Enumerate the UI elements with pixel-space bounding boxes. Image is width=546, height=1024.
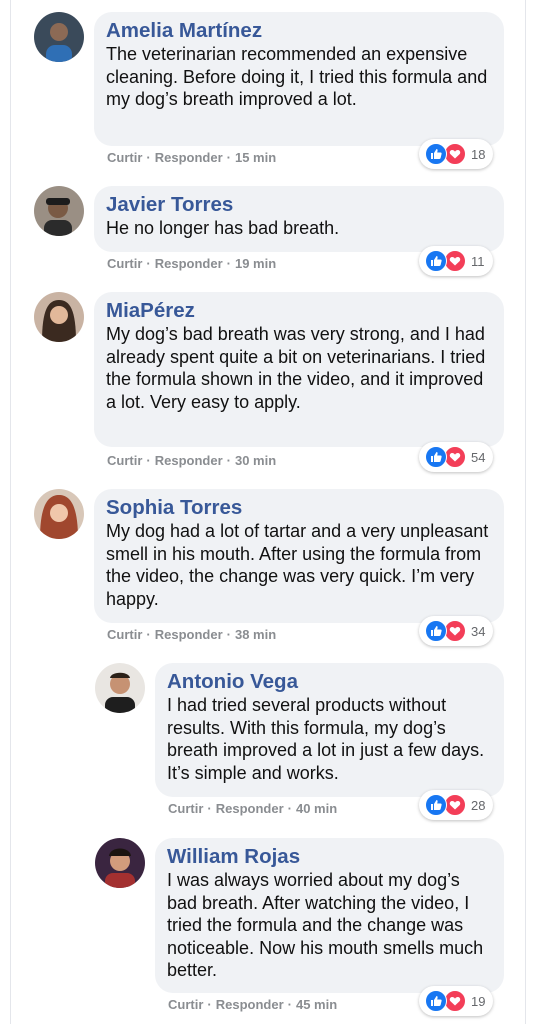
comment-text: I was always worried about my dog’s bad … [167, 870, 484, 980]
comment-actions: Curtir · Responder · 45 min [168, 997, 338, 1012]
reaction-count: 34 [471, 623, 486, 639]
reaction-count: 28 [471, 797, 486, 813]
like-link[interactable]: Curtir [168, 801, 203, 816]
heart-icon [444, 446, 466, 468]
reply-link[interactable]: Responder [155, 453, 223, 468]
comment-bubble: MiaPérez My dog’s bad breath was very st… [94, 292, 504, 447]
reaction-summary[interactable]: 11 [419, 246, 493, 276]
reaction-summary[interactable]: 19 [419, 986, 494, 1016]
like-link[interactable]: Curtir [107, 453, 142, 468]
avatar[interactable] [95, 838, 145, 888]
comment-bubble: Sophia Torres My dog had a lot of tartar… [94, 489, 504, 623]
comment-actions: Curtir · Responder · 15 min [107, 150, 277, 165]
heart-icon [444, 794, 466, 816]
thumbs-up-icon [425, 620, 447, 642]
avatar[interactable] [34, 292, 84, 342]
comment-actions: Curtir · Responder · 40 min [168, 801, 338, 816]
reaction-summary[interactable]: 54 [419, 442, 494, 472]
comment-actions: Curtir · Responder · 30 min [107, 453, 277, 468]
comment-text: The veterinarian recommended an expensiv… [106, 44, 488, 109]
comment-author[interactable]: MiaPérez [106, 299, 492, 323]
frame-border-left [10, 0, 11, 1024]
avatar[interactable] [34, 12, 84, 62]
thumbs-up-icon [425, 143, 447, 165]
reply-link[interactable]: Responder [155, 150, 223, 165]
comment-author[interactable]: Javier Torres [106, 193, 492, 217]
reply-link[interactable]: Responder [216, 801, 284, 816]
timestamp[interactable]: 40 min [296, 801, 337, 816]
timestamp[interactable]: 45 min [296, 997, 337, 1012]
frame-border-right [525, 0, 526, 1024]
thumbs-up-icon [425, 250, 447, 272]
thumbs-up-icon [425, 794, 447, 816]
comment-text: He no longer has bad breath. [106, 218, 340, 238]
reply-link[interactable]: Responder [216, 997, 284, 1012]
heart-icon [444, 250, 466, 272]
thumbs-up-icon [425, 990, 447, 1012]
like-link[interactable]: Curtir [107, 256, 142, 271]
reaction-summary[interactable]: 34 [419, 616, 494, 646]
avatar[interactable] [34, 489, 84, 539]
reaction-summary[interactable]: 28 [419, 790, 494, 820]
heart-icon [444, 620, 466, 642]
reaction-count: 54 [471, 449, 486, 465]
comment-bubble: Antonio Vega I had tried several product… [155, 663, 504, 797]
reply-link[interactable]: Responder [155, 256, 223, 271]
comment-actions: Curtir · Responder · 19 min [107, 256, 277, 271]
reply-link[interactable]: Responder [155, 627, 223, 642]
comment-text: I had tried several products without res… [167, 695, 485, 783]
avatar[interactable] [34, 186, 84, 236]
comment-bubble: William Rojas I was always worried about… [155, 838, 504, 993]
reaction-count: 11 [471, 253, 485, 269]
comment-text: My dog had a lot of tartar and a very un… [106, 521, 489, 609]
comment-bubble: Amelia Martínez The veterinarian recomme… [94, 12, 504, 146]
timestamp[interactable]: 15 min [235, 150, 276, 165]
like-link[interactable]: Curtir [107, 150, 142, 165]
timestamp[interactable]: 30 min [235, 453, 276, 468]
timestamp[interactable]: 38 min [235, 627, 276, 642]
reaction-count: 19 [471, 993, 486, 1009]
comment-author[interactable]: Sophia Torres [106, 496, 492, 520]
reaction-summary[interactable]: 18 [419, 139, 494, 169]
like-link[interactable]: Curtir [107, 627, 142, 642]
comment-author[interactable]: Antonio Vega [167, 670, 492, 694]
avatar[interactable] [95, 663, 145, 713]
comment-author[interactable]: Amelia Martínez [106, 19, 492, 43]
like-link[interactable]: Curtir [168, 997, 203, 1012]
timestamp[interactable]: 19 min [235, 256, 276, 271]
comment-bubble: Javier Torres He no longer has bad breat… [94, 186, 504, 252]
comment-actions: Curtir · Responder · 38 min [107, 627, 277, 642]
heart-icon [444, 143, 466, 165]
thumbs-up-icon [425, 446, 447, 468]
comment-author[interactable]: William Rojas [167, 845, 492, 869]
reaction-count: 18 [471, 146, 486, 162]
comment-text: My dog’s bad breath was very strong, and… [106, 324, 486, 412]
heart-icon [444, 990, 466, 1012]
